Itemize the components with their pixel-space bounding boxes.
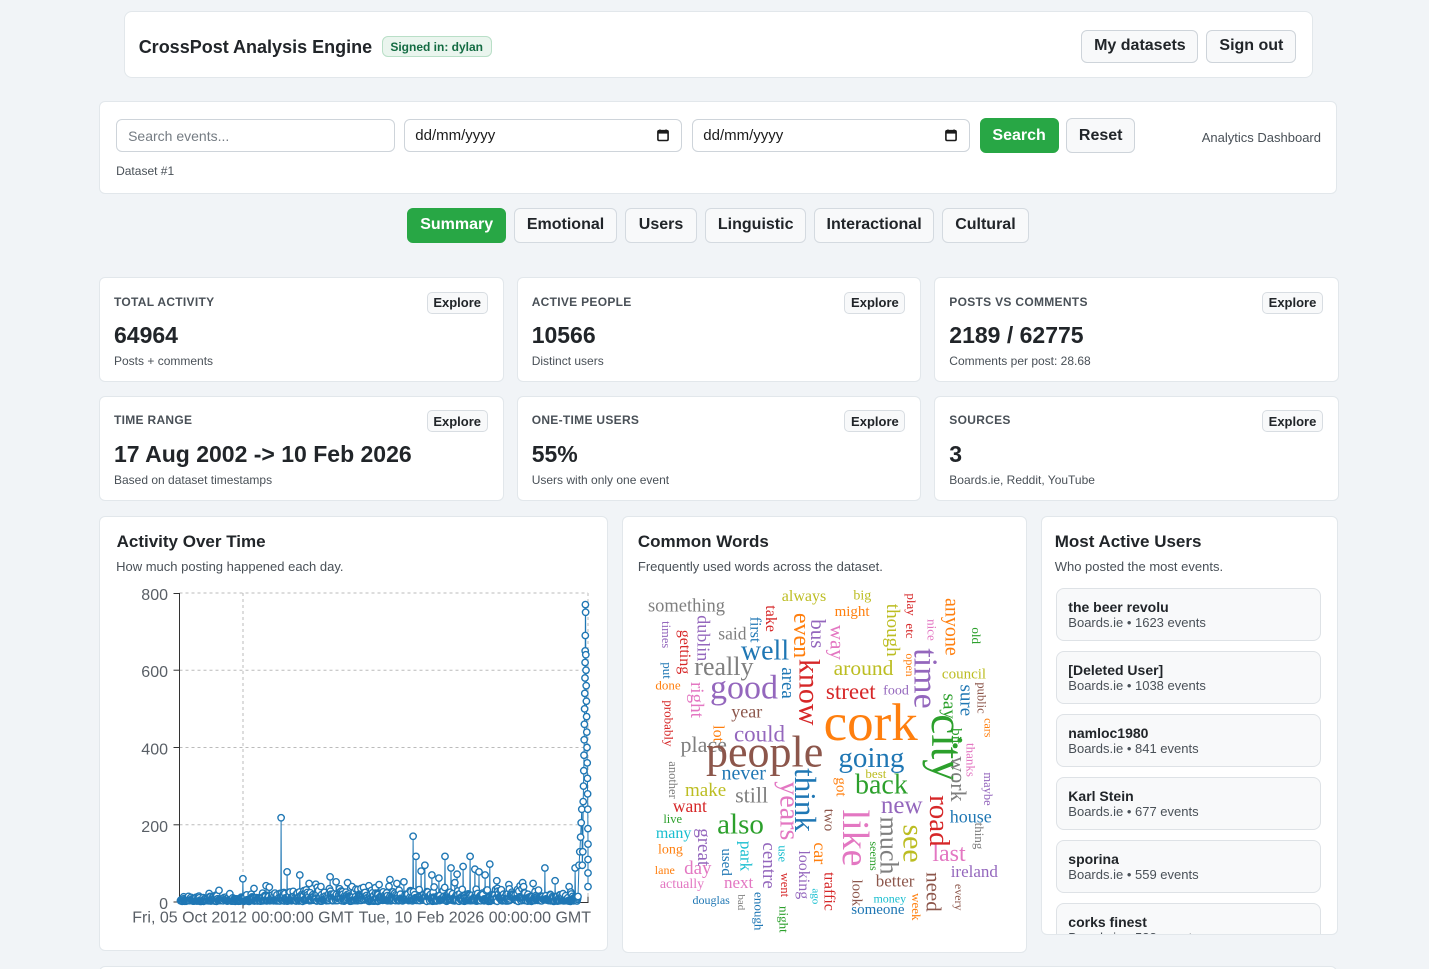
svg-text:lane: lane [655, 863, 675, 877]
svg-text:park: park [736, 841, 755, 872]
svg-text:traffic: traffic [821, 872, 838, 911]
svg-text:make: make [685, 780, 726, 801]
svg-text:centre: centre [758, 842, 779, 888]
svg-text:never: never [721, 763, 766, 785]
svg-text:200: 200 [141, 819, 168, 836]
svg-text:year: year [731, 702, 762, 722]
svg-text:new: new [881, 792, 923, 819]
svg-text:800: 800 [141, 587, 168, 604]
svg-text:etc: etc [903, 623, 918, 638]
svg-text:times: times [659, 621, 673, 648]
svg-text:live: live [663, 812, 682, 826]
svg-text:long: long [658, 843, 683, 858]
svg-text:still: still [735, 783, 768, 808]
svg-text:getting: getting [676, 630, 693, 674]
svg-text:anyone: anyone [941, 598, 963, 656]
svg-text:though: though [882, 604, 903, 657]
svg-text:better: better [876, 872, 915, 891]
svg-text:enough: enough [752, 892, 767, 931]
svg-text:play: play [904, 593, 919, 616]
svg-text:cars: cars [981, 718, 995, 738]
svg-text:public: public [975, 682, 989, 714]
svg-text:always: always [782, 588, 826, 605]
svg-text:look: look [849, 879, 865, 906]
svg-text:many: many [656, 825, 692, 842]
svg-text:first: first [747, 617, 764, 643]
svg-text:ago: ago [810, 888, 822, 904]
svg-text:400: 400 [141, 742, 168, 759]
svg-text:got: got [833, 777, 849, 797]
svg-text:douglas: douglas [693, 893, 731, 907]
svg-text:right: right [686, 682, 707, 719]
svg-text:great: great [693, 828, 714, 867]
svg-text:car: car [810, 842, 830, 864]
svg-text:big: big [853, 588, 871, 603]
svg-text:thing: thing [972, 823, 987, 850]
svg-text:years: years [774, 781, 805, 840]
svg-text:done: done [655, 677, 681, 692]
svg-text:actually: actually [660, 877, 704, 892]
svg-text:probably: probably [661, 700, 676, 747]
svg-text:next: next [724, 873, 754, 892]
svg-text:council: council [942, 667, 986, 683]
svg-text:money: money [873, 892, 906, 906]
svg-text:maybe: maybe [981, 772, 995, 806]
svg-text:old: old [969, 627, 984, 644]
svg-text:600: 600 [141, 664, 168, 681]
svg-text:Tue, 10 Feb 2026 00:00:00 GMT: Tue, 10 Feb 2026 00:00:00 GMT [359, 910, 592, 927]
svg-text:every: every [952, 884, 966, 911]
svg-text:Fri, 05 Oct 2012 00:00:00 GMT: Fri, 05 Oct 2012 00:00:00 GMT [132, 910, 354, 927]
svg-text:nice: nice [925, 619, 940, 641]
svg-text:bad: bad [735, 894, 747, 910]
svg-text:used: used [718, 848, 734, 876]
svg-text:two: two [821, 809, 837, 832]
svg-text:need: need [922, 872, 946, 912]
svg-text:night: night [777, 906, 792, 933]
svg-text:looking: looking [795, 850, 812, 899]
svg-text:something: something [648, 596, 725, 616]
svg-text:take: take [762, 605, 779, 632]
svg-text:time: time [907, 648, 944, 708]
svg-text:seems: seems [867, 841, 881, 871]
svg-text:way: way [826, 625, 850, 660]
svg-text:another: another [666, 761, 680, 799]
svg-text:might: might [835, 604, 871, 620]
svg-text:lot: lot [710, 725, 727, 742]
svg-text:put: put [660, 662, 675, 679]
svg-text:also: also [717, 808, 764, 840]
svg-text:dublin: dublin [694, 615, 714, 661]
svg-text:know: know [793, 659, 826, 726]
